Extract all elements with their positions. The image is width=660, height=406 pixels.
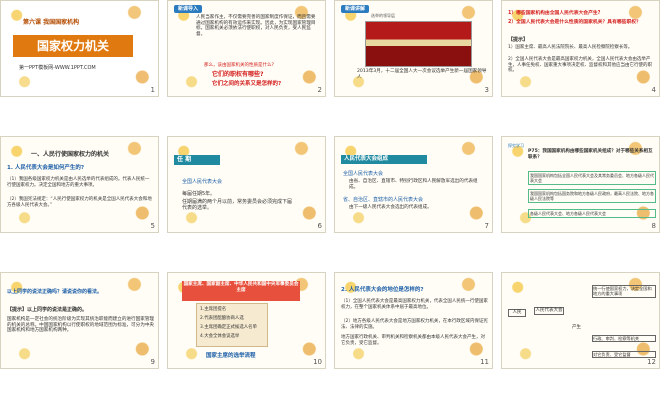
hint-heading: 【提示】以上同学的说法是正确的。	[7, 307, 88, 313]
slide-thumbnail-10[interactable]: 国家主席、国家副主席、中华人民共和国中央军事委员会主席 1.主席团提名 2.代表…	[167, 272, 326, 369]
slide-thumbnail-5[interactable]: 一、人民行使国家权力的机关 1. 人民代表大会是如何产生的? （1）我国各级国家…	[0, 136, 159, 233]
explore-tag: 探究学习	[508, 143, 524, 148]
slide-thumbnail-6[interactable]: 任 期 全国人民代表大会 每届任期5年。 任期届满的两个月以前，常务委员会必须完…	[167, 136, 326, 233]
slide-number: 4	[651, 86, 656, 95]
chapter-label: 第六课 我国国家机构	[23, 19, 80, 26]
question-line-2: 2）全国人民代表大会是什么性质的国家机关？具有哪些职权？	[508, 20, 641, 25]
diagram-label-produce: 产生	[572, 325, 581, 330]
question-1: 那么，该由国家机关的性质是什么?	[204, 63, 274, 68]
hint-para-2: 2）全国人民代表大会是最高国家权力机关，全国人民代表大会由选举产生，人事任免权、…	[508, 57, 652, 74]
slide-number: 1	[150, 86, 155, 95]
hint-para-1: 1）国家主席、最高人民法院院长、最高人民检察院检察长等。	[508, 45, 633, 50]
photo-subtitle: 选举的领导层	[371, 13, 395, 18]
slide-thumbnail-9[interactable]: 以上同学的说法正确吗？请说说你的看法。 【提示】以上同学的说法是正确的。 国家机…	[0, 272, 159, 369]
slide-thumbnail-3[interactable]: 新课讲解 选举的领导层 2013年3月，十二届全国人大一次会议选举产生新一届国家…	[334, 0, 493, 97]
status-para-3: 地方国家行政机关、审判机关和检察机关都由本级人民代表大会产生，对它负责，受它监督…	[341, 335, 485, 346]
slide-thumbnail-12[interactable]: 人民 人民代表大会 统一行使国家权力，决定全国和地方的重大事项 产生 行政、审判…	[501, 272, 660, 369]
question-text: 以上同学的说法正确吗？请说说你的看法。	[7, 289, 103, 295]
intro-text: 人民当家作主，不仅需要完善的国家制度作保证，而且需要通过国家机构的有效运作来实现…	[196, 15, 316, 38]
hint-paragraph: 国家机构是一定社会的统治阶级为实现其统治职能而建立的进行国家管理的机关的总称。中…	[7, 317, 155, 334]
slide-title: 国家权力机关	[13, 35, 133, 57]
composition-b-title: 省、自治区、直辖市的人民代表大会	[343, 197, 424, 203]
election-banner: 国家主席、国家副主席、中华人民共和国中央军事委员会主席	[182, 281, 300, 301]
step-1: 1.主席团提名	[200, 307, 227, 312]
flow-caption: 国家主席的选举流程	[206, 353, 256, 359]
sub-heading: 1. 人民代表大会是如何产生的?	[7, 165, 85, 171]
status-heading: 2. 人民代表大会的地位是怎样的?	[341, 287, 424, 293]
section-tag: 新课讲解	[341, 5, 370, 14]
step-3: 3.主席团确定正式候选人名单	[200, 325, 257, 330]
term-line-2: 每届任期5年。	[182, 191, 216, 197]
question-line-1: 1）哪些国家机构由全国人民代表大会产生?	[508, 11, 601, 16]
photo-caption: 2013年3月，十二届全国人大一次会议选举产生新一届国家领导人	[357, 69, 487, 80]
slide-number: 2	[317, 86, 322, 95]
slide-number: 5	[150, 222, 155, 231]
opinion-3: 各级人民代表大会、地方各级人民代表大会	[528, 209, 656, 218]
question-3: 它们之间的关系又是怎样的?	[212, 81, 282, 87]
slide-number: 12	[647, 358, 656, 367]
para-2: （2）我国宪法规定：“人民行使国家权力的机关是全国人民代表大会和地方各级人民代表…	[7, 197, 152, 208]
slide-thumbnail-11[interactable]: 2. 人民代表大会的地位是怎样的? （1）全国人民代表大会是最高国家权力机关，代…	[334, 272, 493, 369]
slide-thumbnail-2[interactable]: 新课导入 人民当家作主，不仅需要完善的国家制度作保证，而且需要通过国家机构的有效…	[167, 0, 326, 97]
slide-number: 8	[651, 222, 656, 231]
slide-number: 11	[480, 358, 489, 367]
slide-number: 10	[313, 358, 322, 367]
section-heading: 一、人民行使国家权力的机关	[31, 151, 110, 158]
slide-thumbnail-8[interactable]: 探究学习 P75：我国国家机构由哪些国家机关组成？对于哪些关系相互联系？ 我国国…	[501, 136, 660, 233]
question-2: 它们的职权有哪些?	[212, 71, 264, 78]
step-2: 2.代表团酝酿协商人选	[200, 316, 244, 321]
diagram-node-congress: 人民代表大会	[534, 307, 564, 315]
slide-thumbnail-1[interactable]: 第六课 我国国家机构 国家权力机关 第一PPT模板网-WWW.1PPT.COM …	[0, 0, 159, 97]
diagram-node-power: 统一行使国家权力，决定全国和地方的重大事项	[592, 285, 656, 298]
status-para-2: （2）地方各级人民代表大会是地方国家权力机关，在本行政区域内保证宪法、法律的实施…	[341, 319, 488, 330]
slide-number: 6	[317, 222, 322, 231]
slide-number: 9	[150, 358, 155, 367]
hint-heading: 【提示】	[508, 37, 529, 43]
congress-photo	[365, 21, 472, 67]
diagram-node-supervise: 对它负责、受它监督	[592, 351, 656, 359]
slide-thumbnail-4[interactable]: 1）哪些国家机构由全国人民代表大会产生? 2）全国人民代表大会是什么性质的国家机…	[501, 0, 660, 97]
diagram-node-organs: 行政、审判、检察等机关	[592, 335, 656, 343]
slide-thumbnail-7[interactable]: 人民代表大会组成 全国人民代表大会 由省、自治区、直辖市、特别行政区和人民解放军…	[334, 136, 493, 233]
opinion-1: 我国国家机构包括全国人民代表大会及其常务委员会、地方各级人民代表大会	[528, 171, 656, 185]
explore-question: P75：我国国家机构由哪些国家机关组成？对于哪些关系相互联系？	[528, 149, 653, 160]
slide-thumbnail-grid: 第六课 我国国家机构 国家权力机关 第一PPT模板网-WWW.1PPT.COM …	[0, 0, 660, 406]
term-line-3: 任期届满的两个月以前，常务委员会必须完成下届代表的选举。	[182, 199, 293, 212]
footer-text: 第一PPT模板网-WWW.1PPT.COM	[19, 65, 96, 71]
slide-number: 7	[484, 222, 489, 231]
status-para-1: （1）全国人民代表大会是最高国家权力机关，代表全国人民统一行使国家权力，在整个国…	[341, 299, 488, 310]
para-1: （1）我国各级国家权力机关是由人民选举的代表组成的。代表人民统一行使国家权力。决…	[7, 177, 150, 188]
composition-b-text: 由下一级人民代表大会选出的代表组成。	[349, 205, 432, 210]
section-tag: 新课导入	[174, 5, 203, 14]
composition-a-title: 全国人民代表大会	[343, 171, 384, 177]
term-line-1: 全国人民代表大会	[182, 179, 223, 185]
term-tag: 任 期	[174, 155, 220, 165]
diagram-node-people: 人民	[508, 309, 526, 317]
step-4: 4.大会全体会议选举	[200, 334, 240, 339]
opinion-2: 我国国家机构包括国务院和地方各级人民政府，最高人民法院、地方各级人民法院等	[528, 189, 656, 203]
slide-number: 3	[484, 86, 489, 95]
composition-a-text: 由省、自治区、直辖市、特别行政区和人民解放军选出的代表组成。	[349, 179, 478, 190]
composition-tag: 人民代表大会组成	[341, 155, 427, 164]
